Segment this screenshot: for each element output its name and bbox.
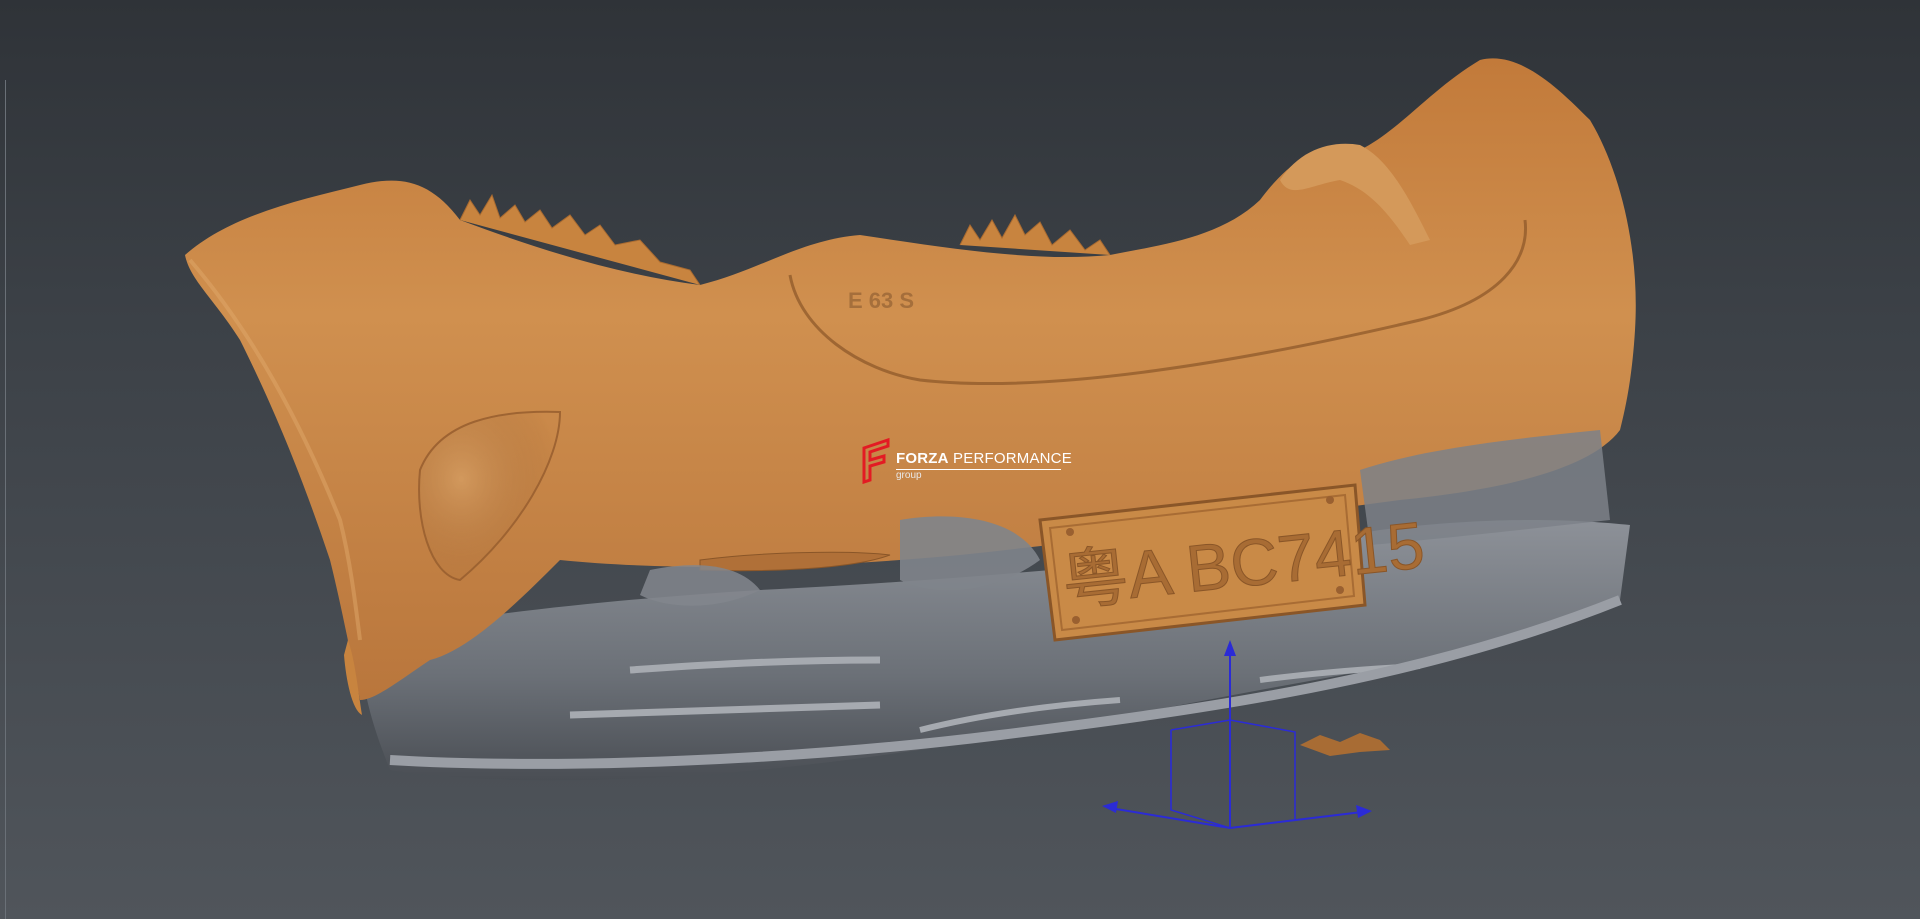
forza-logo-icon — [862, 437, 890, 484]
badge-emboss: E 63 S — [848, 288, 914, 313]
brand-watermark: FORZA PERFORMANCE group — [860, 432, 1090, 488]
move-gizmo-icon[interactable] — [1100, 640, 1380, 840]
watermark-brand: FORZA PERFORMANCE — [896, 450, 1072, 467]
3d-viewport[interactable]: E 63 S 粤A BC7415 FORZA PERFORMANCE group — [0, 0, 1920, 919]
watermark-subtitle: group — [896, 470, 922, 481]
scan-fringe-mid — [959, 213, 1111, 256]
